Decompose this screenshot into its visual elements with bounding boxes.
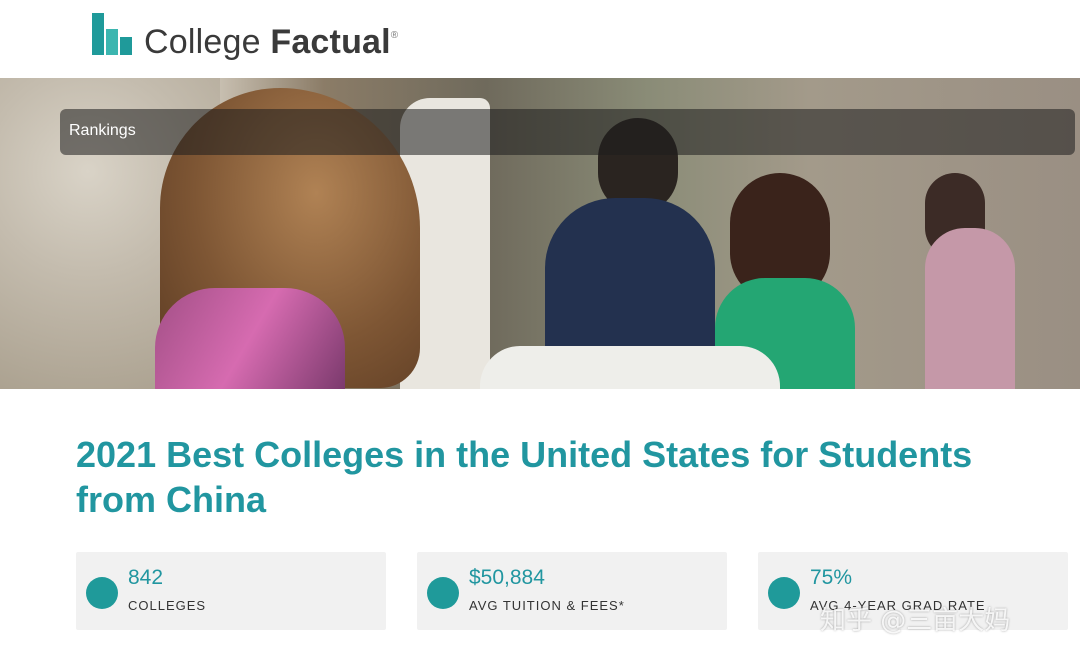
stat-value: 842: [128, 566, 164, 589]
stat-circle-icon: [768, 577, 800, 609]
breadcrumb-rankings-link[interactable]: Rankings: [69, 122, 136, 140]
stat-circle-icon: [427, 577, 459, 609]
stat-card-tuition: $50,884 AVG TUITION & FEES*: [417, 552, 727, 630]
stat-value: $50,884: [469, 566, 545, 589]
watermark-text: 知乎 @三亩大妈: [820, 606, 1011, 636]
page-title: 2021 Best Colleges in the United States …: [76, 434, 973, 520]
registered-mark: ®: [390, 30, 399, 41]
college-factual-logo[interactable]: College Factual®: [92, 6, 398, 64]
stat-label: COLLEGES: [128, 598, 207, 613]
stat-value: 75%: [810, 566, 853, 589]
breadcrumb-bar: Rankings: [60, 109, 1075, 155]
logo-bars-icon: [92, 13, 136, 57]
logo-text-factual: Factual: [270, 23, 391, 61]
stat-card-colleges: 842 COLLEGES: [76, 552, 386, 630]
stat-label: AVG TUITION & FEES*: [469, 598, 625, 613]
site-header: College Factual®: [0, 0, 1080, 78]
stat-circle-icon: [86, 577, 118, 609]
logo-wordmark: College Factual®: [144, 6, 398, 64]
logo-text-college: College: [144, 23, 261, 61]
